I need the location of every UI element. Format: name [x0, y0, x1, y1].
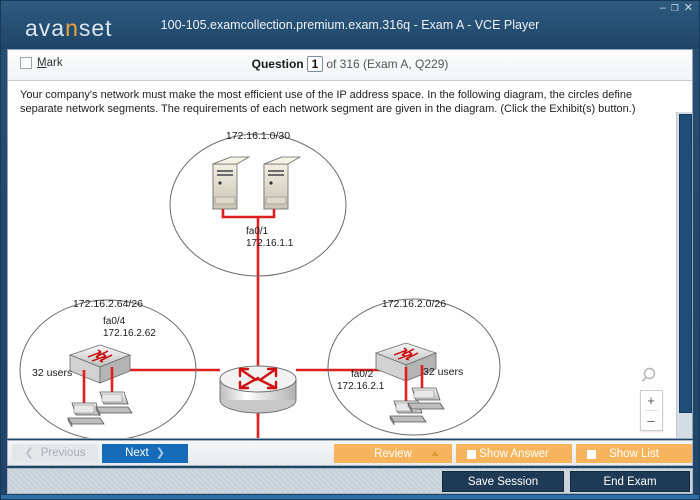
segment-left: 172.16.2.64/26 fa0/4 172.16.2.62 32 user…: [19, 298, 197, 438]
content-scrollbar[interactable]: [676, 112, 692, 438]
maximize-icon[interactable]: ❐: [671, 3, 679, 14]
zoom-in-button[interactable]: +: [641, 391, 662, 410]
caret-up-icon: [431, 451, 439, 456]
zoom-button-group: + –: [639, 390, 663, 431]
previous-button[interactable]: ❮ Previous: [12, 444, 98, 463]
question-body: Your company's network must make the mos…: [8, 81, 692, 438]
segment-right-subnet: 172.16.2.0/26: [382, 298, 446, 310]
save-session-button[interactable]: Save Session: [442, 471, 564, 492]
show-answer-button[interactable]: Show Answer: [456, 444, 572, 463]
network-diagram-svg: 172.16.1.0/30 fa0/1 172.16.1.1 172.16.2.…: [19, 130, 501, 438]
show-list-checkbox[interactable]: [587, 450, 596, 459]
router-icon: [219, 365, 297, 414]
segment-top-interface: fa0/1: [246, 226, 269, 237]
show-answer-checkbox[interactable]: [467, 450, 476, 459]
segment-right-users: 32 users: [423, 366, 463, 378]
window-controls: – ❐ ✕: [660, 3, 693, 14]
chevron-left-icon: ❮: [24, 447, 34, 459]
question-word: Question: [251, 57, 304, 71]
navigation-bar: ❮ Previous Next ❯ Review Show Answer Sho…: [7, 440, 693, 466]
pc-icon-right-2: [407, 387, 445, 413]
segment-left-users: 32 users: [32, 367, 72, 379]
vce-player-window: avanset 100-105.examcollection.premium.e…: [0, 0, 700, 500]
segment-right-ip: 172.16.2.1: [337, 381, 385, 392]
chevron-right-icon: ❯: [155, 447, 165, 459]
question-header: Mark Question 1 of 316 (Exam A, Q229): [8, 50, 692, 81]
review-button[interactable]: Review: [334, 444, 452, 463]
exam-panel: Mark Question 1 of 316 (Exam A, Q229) Your…: [7, 49, 693, 439]
question-total: of 316 (Exam A, Q229): [326, 57, 449, 71]
show-list-button[interactable]: Show List: [576, 444, 692, 463]
previous-button-label: Previous: [40, 447, 86, 459]
segment-left-interface: fa0/4: [103, 316, 126, 327]
show-list-label: Show List: [609, 448, 659, 460]
window-title: 100-105.examcollection.premium.exam.316q…: [160, 18, 540, 32]
segment-left-subnet: 172.16.2.64/26: [73, 298, 143, 310]
show-answer-label: Show Answer: [479, 448, 549, 460]
segment-top-ip: 172.16.1.1: [246, 238, 294, 249]
minimize-icon[interactable]: –: [660, 3, 666, 14]
footer-bar: Save Session End Exam: [7, 468, 693, 494]
next-button[interactable]: Next ❯: [102, 444, 188, 463]
magnifier-icon[interactable]: [641, 366, 661, 386]
diagram-zoom-controls: + –: [639, 366, 663, 431]
switch-icon-left: [68, 344, 132, 384]
end-exam-button[interactable]: End Exam: [570, 471, 690, 492]
server-icon-2: [263, 156, 302, 210]
network-diagram: 172.16.1.0/30 fa0/1 172.16.1.1 172.16.2.…: [8, 117, 684, 438]
pc-icon-left-2: [95, 391, 133, 417]
question-text: Your company's network must make the mos…: [20, 89, 636, 115]
zoom-out-button[interactable]: –: [641, 411, 662, 430]
segment-top-subnet: 172.16.1.0/30: [226, 130, 290, 142]
segment-left-ip: 172.16.2.62: [103, 328, 156, 339]
close-icon[interactable]: ✕: [684, 3, 693, 14]
window-bottom-accent: [1, 495, 699, 499]
segment-right-interface: fa0/2: [351, 369, 374, 380]
segment-right: 172.16.2.0/26 fa0/2 172.16.2.1 32 users: [327, 298, 501, 436]
scrollbar-thumb[interactable]: [679, 114, 692, 413]
next-button-label: Next: [125, 447, 149, 459]
server-icon-1: [212, 156, 251, 210]
question-number-input[interactable]: 1: [306, 56, 324, 72]
title-bar: avanset 100-105.examcollection.premium.e…: [1, 1, 699, 49]
review-button-label: Review: [374, 448, 412, 460]
question-counter: Question 1 of 316 (Exam A, Q229): [8, 56, 692, 72]
